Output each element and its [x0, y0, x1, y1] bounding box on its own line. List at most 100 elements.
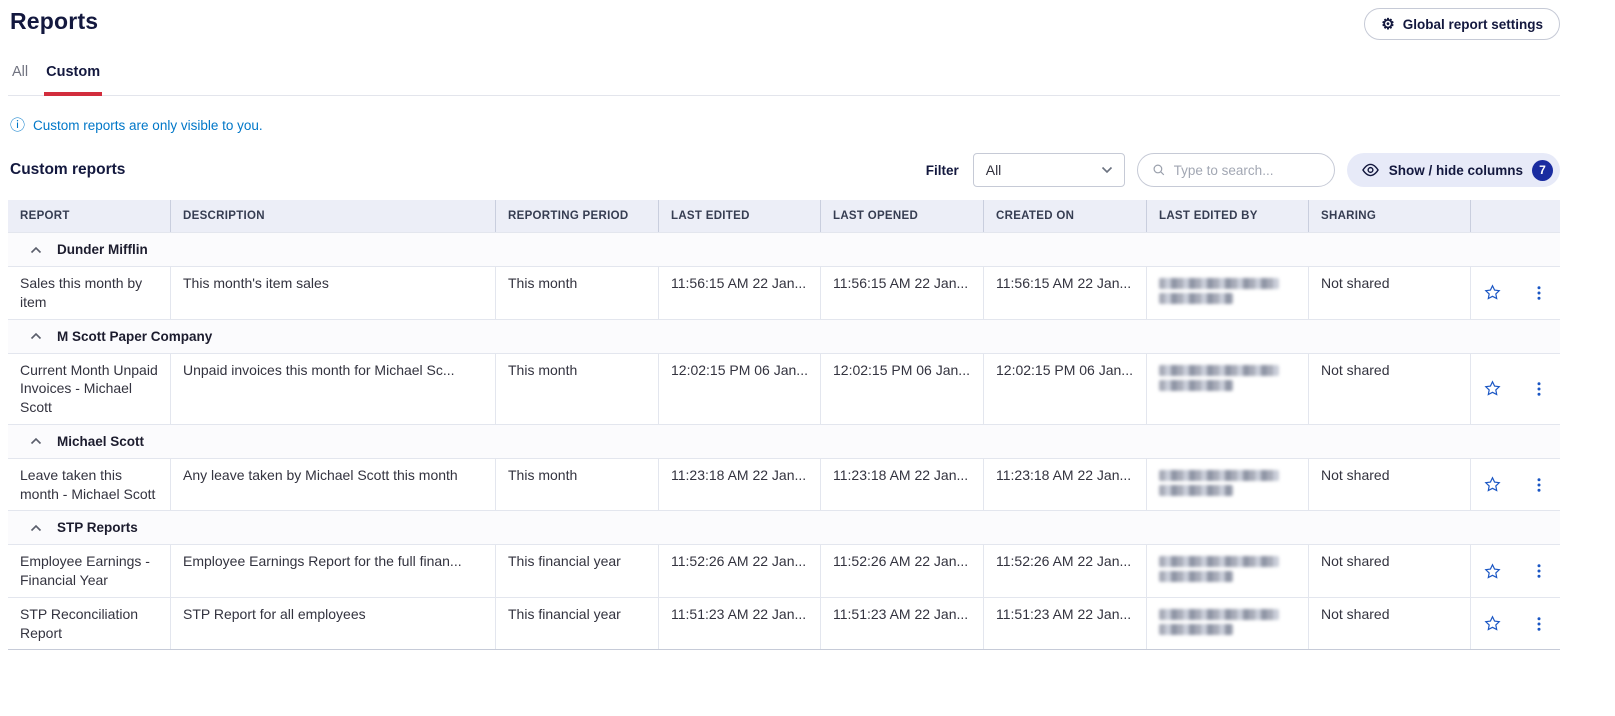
favorite-star-button[interactable] [1480, 611, 1505, 636]
redacted-name [1159, 608, 1279, 620]
table-row: Current Month Unpaid Invoices - Michael … [8, 352, 1560, 424]
cell-report-name[interactable]: Leave taken this month - Michael Scott [8, 459, 170, 511]
chevron-up-icon [30, 524, 42, 531]
report-tabs: All Custom [8, 64, 1560, 96]
favorite-star-button[interactable] [1480, 280, 1505, 305]
cell-report-name[interactable]: STP Reconciliation Report [8, 598, 170, 650]
group-row-stp-reports: STP Reports [8, 510, 1560, 545]
search-icon [1153, 164, 1164, 176]
column-header-last-edited[interactable]: LAST EDITED [658, 200, 820, 232]
table-row: Sales this month by item This month's it… [8, 266, 1560, 319]
group-name: M Scott Paper Company [57, 328, 213, 344]
row-menu-button[interactable] [1527, 281, 1551, 305]
cell-created-on: 11:51:23 AM 22 Jan... [983, 597, 1146, 650]
star-icon [1484, 284, 1501, 300]
cell-sharing: Not shared [1308, 267, 1470, 319]
chevron-up-icon [30, 332, 42, 340]
star-icon [1484, 476, 1501, 492]
redacted-name [1159, 571, 1233, 583]
cell-last-edited: 11:23:18 AM 22 Jan... [658, 458, 820, 511]
group-row-m-scott-paper-company: M Scott Paper Company [8, 318, 1560, 353]
top-bar: Reports ⚙ Global report settings [8, 8, 1560, 40]
filter-dropdown[interactable]: All [972, 153, 1125, 187]
page-title: Reports [10, 8, 99, 34]
eye-icon [1361, 163, 1379, 177]
column-header-last-edited-by[interactable]: LAST EDITED BY [1146, 200, 1308, 232]
cell-created-on: 11:56:15 AM 22 Jan... [983, 267, 1146, 319]
redacted-name [1159, 556, 1279, 568]
info-banner-text: Custom reports are only visible to you. [33, 118, 263, 133]
cell-created-on: 12:02:15 PM 06 Jan... [983, 353, 1146, 424]
row-menu-button[interactable] [1527, 377, 1551, 401]
cell-description: Employee Earnings Report for the full fi… [170, 545, 495, 597]
collapse-group-button[interactable] [28, 330, 44, 342]
cell-sharing: Not shared [1308, 353, 1470, 424]
tab-custom[interactable]: Custom [44, 64, 103, 96]
cell-reporting-period: This financial year [495, 545, 658, 597]
reports-page: Reports ⚙ Global report settings All Cus… [8, 0, 1560, 651]
show-hide-columns-label: Show / hide columns [1388, 162, 1523, 178]
cell-sharing: Not shared [1308, 545, 1470, 597]
favorite-star-button[interactable] [1480, 472, 1505, 497]
cell-actions [1470, 458, 1560, 511]
section-title: Custom reports [10, 161, 126, 178]
favorite-star-button[interactable] [1480, 376, 1505, 401]
kebab-menu-icon [1537, 286, 1541, 300]
cell-description: Any leave taken by Michael Scott this mo… [170, 458, 495, 511]
column-header-last-opened[interactable]: LAST OPENED [820, 200, 983, 232]
cell-created-on: 11:23:18 AM 22 Jan... [983, 458, 1146, 511]
cell-actions [1470, 597, 1560, 650]
cell-report-name[interactable]: Employee Earnings - Financial Year [8, 545, 170, 597]
column-header-actions [1470, 200, 1560, 232]
cell-last-edited: 11:52:26 AM 22 Jan... [658, 545, 820, 597]
cell-last-opened: 11:23:18 AM 22 Jan... [820, 458, 983, 511]
cell-reporting-period: This month [495, 267, 658, 319]
collapse-group-button[interactable] [28, 522, 44, 534]
cell-sharing: Not shared [1308, 597, 1470, 650]
redacted-name [1159, 293, 1233, 304]
cell-report-name[interactable]: Current Month Unpaid Invoices - Michael … [8, 354, 170, 424]
cell-description: STP Report for all employees [170, 597, 495, 650]
column-header-sharing[interactable]: SHARING [1308, 200, 1470, 232]
star-icon [1484, 615, 1501, 631]
search-box [1136, 153, 1335, 187]
collapse-group-button[interactable] [28, 435, 44, 447]
table-header-row: REPORT DESCRIPTION REPORTING PERIOD LAST… [8, 200, 1560, 232]
redacted-name [1159, 278, 1279, 289]
star-icon [1484, 380, 1501, 396]
cell-reporting-period: This month [495, 353, 658, 424]
column-header-description[interactable]: DESCRIPTION [170, 200, 495, 232]
kebab-menu-icon [1537, 564, 1541, 578]
row-menu-button[interactable] [1527, 559, 1551, 583]
columns-count-badge: 7 [1532, 159, 1553, 181]
custom-reports-table: REPORT DESCRIPTION REPORTING PERIOD LAST… [8, 200, 1560, 651]
global-report-settings-button[interactable]: ⚙ Global report settings [1364, 8, 1560, 40]
kebab-menu-icon [1537, 381, 1541, 396]
show-hide-columns-button[interactable]: Show / hide columns 7 [1346, 153, 1560, 187]
search-input[interactable] [1173, 162, 1320, 178]
chevron-up-icon [30, 438, 42, 445]
group-name: Dunder Mifflin [57, 242, 148, 257]
cell-last-edited-by [1146, 597, 1308, 650]
group-name: STP Reports [57, 520, 138, 536]
column-header-report[interactable]: REPORT [8, 200, 170, 232]
column-header-created-on[interactable]: CREATED ON [983, 200, 1146, 232]
collapse-group-button[interactable] [28, 244, 44, 256]
filter-label: Filter [925, 162, 959, 178]
info-icon: ⓘ [10, 117, 26, 134]
chevron-up-icon [30, 246, 42, 253]
cell-sharing: Not shared [1308, 458, 1470, 511]
toolbar-controls: Filter All Show / hide columns 7 [926, 153, 1560, 187]
cell-report-name[interactable]: Sales this month by item [8, 267, 170, 319]
global-report-settings-label: Global report settings [1402, 16, 1543, 32]
tab-all[interactable]: All [10, 64, 30, 96]
kebab-menu-icon [1537, 616, 1541, 631]
column-header-reporting-period[interactable]: REPORTING PERIOD [495, 200, 658, 232]
row-menu-button[interactable] [1527, 612, 1551, 636]
cell-description: This month's item sales [170, 267, 495, 319]
cell-last-edited-by [1146, 353, 1308, 424]
row-menu-button[interactable] [1527, 473, 1551, 497]
favorite-star-button[interactable] [1480, 559, 1505, 584]
redacted-name [1159, 379, 1233, 391]
custom-reports-toolbar: Custom reports Filter All Show / hide co… [8, 153, 1560, 187]
